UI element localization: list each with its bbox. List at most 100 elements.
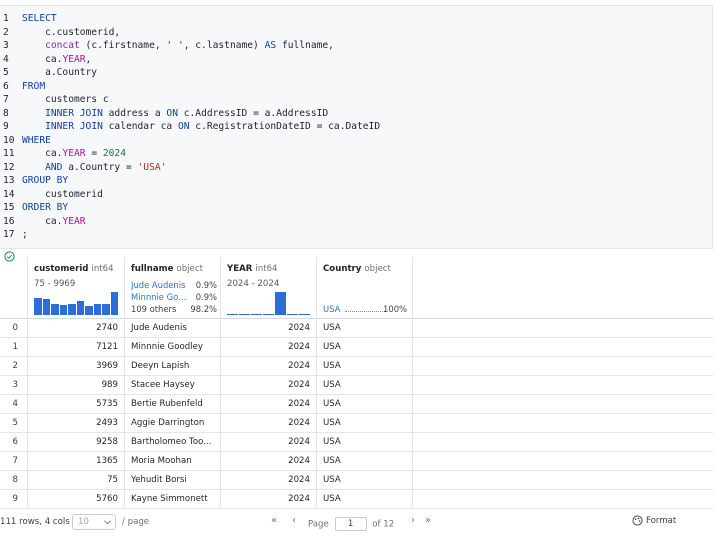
line-number: 10 <box>3 134 15 146</box>
histogram-bar <box>85 306 93 315</box>
row-index: 7 <box>0 452 28 471</box>
column-name: customerid <box>34 264 89 274</box>
cell-fullname: Deeyn Lapish <box>125 357 221 376</box>
cell-fullname: Bartholomeo Too... <box>125 433 221 452</box>
cell-year: 2024 <box>221 319 317 338</box>
sql-editor[interactable]: 1 SELECT 2 c.customerid, 3 concat (c.firstn… <box>0 5 713 249</box>
cell-fullname: Yehudit Borsi <box>125 471 221 490</box>
table-row[interactable]: 5 2493 Aggie Darrington 2024 USA <box>0 414 713 433</box>
code-token: ON <box>166 107 178 119</box>
cell-customerid: 989 <box>28 376 125 395</box>
cell-fullname: Moria Moohan <box>125 452 221 471</box>
top-value-pct: 100% <box>383 304 407 314</box>
column-title: Country object <box>323 264 391 274</box>
table-row[interactable]: 7 1365 Moria Moohan 2024 USA <box>0 452 713 471</box>
cell-fullname: Bertie Rubenfeld <box>125 395 221 414</box>
top-value: Jude Audenis <box>131 280 186 290</box>
column-type: object <box>364 264 391 274</box>
cell-fullname: Minnnie Goodley <box>125 338 221 357</box>
page-label: Page <box>308 519 329 530</box>
histogram-bar <box>51 303 59 315</box>
line-number: 1 <box>3 13 9 24</box>
row-index: 2 <box>0 357 28 376</box>
code-line: 5 a.Country <box>0 66 712 80</box>
cell-year: 2024 <box>221 357 317 376</box>
line-number: 7 <box>3 94 9 105</box>
histogram-bar <box>287 314 298 315</box>
row-index: 4 <box>0 395 28 414</box>
table-row[interactable]: 0 2740 Jude Audenis 2024 USA <box>0 319 713 338</box>
page-number-input[interactable]: 1 <box>334 517 367 531</box>
code-token: ca. <box>22 215 63 227</box>
page-size-select[interactable]: 10 <box>72 514 116 530</box>
code-token: = <box>85 148 103 159</box>
histogram-bar <box>59 305 67 315</box>
code-text: SELECT <box>22 12 57 26</box>
next-page-button[interactable]: › <box>411 515 415 526</box>
table-row[interactable]: 1 7121 Minnnie Goodley 2024 USA <box>0 338 713 357</box>
code-line: 10 WHERE <box>0 134 712 148</box>
cell-year: 2024 <box>221 376 317 395</box>
column-title: fullname object <box>131 264 203 274</box>
table-header: customerid int64 75 - 9969 fullname obje… <box>0 257 713 319</box>
last-page-button[interactable]: » <box>425 515 431 526</box>
code-line: 3 concat (c.firstname, ' ', c.lastname) … <box>0 39 712 53</box>
table-row[interactable]: 8 75 Yehudit Borsi 2024 USA <box>0 471 713 490</box>
cell-year: 2024 <box>221 338 317 357</box>
row-index: 1 <box>0 338 28 357</box>
histogram-bar <box>110 292 118 315</box>
cell-year: 2024 <box>221 471 317 490</box>
code-line: 14 customerid <box>0 188 712 202</box>
chevron-down-icon <box>104 520 111 525</box>
code-token: c.AddressID = a.AddressID <box>177 107 329 119</box>
line-number: 2 <box>3 26 9 38</box>
format-button[interactable]: Format <box>632 515 676 531</box>
top-value-row: Minnnie Goodley 0.9% <box>131 292 217 302</box>
code-line: 17; <box>0 228 712 242</box>
code-token: , <box>85 53 92 65</box>
cell-year: 2024 <box>221 395 317 414</box>
code-text: FROM <box>22 80 45 94</box>
code-text: customers c <box>22 93 109 107</box>
table-row[interactable]: 6 9258 Bartholomeo Too... 2024 USA <box>0 433 713 452</box>
rows-info: 111 rows, 4 cols <box>0 517 70 527</box>
cell-customerid: 7121 <box>28 338 125 357</box>
code-line: 1 SELECT <box>0 12 712 26</box>
table-footer: 111 rows, 4 cols 10 / page « ‹ Page 1 of… <box>0 510 716 536</box>
dotted-leader <box>345 311 385 312</box>
column-header-fullname[interactable]: fullname object Jude Audenis 0.9% Minnnie… <box>125 257 221 319</box>
code-token: AS <box>264 40 277 51</box>
cell-customerid: 9258 <box>28 433 125 452</box>
prev-page-button[interactable]: ‹ <box>292 515 296 526</box>
table-row[interactable]: 3 989 Stacee Haysey 2024 USA <box>0 376 713 395</box>
line-number: 15 <box>3 202 15 213</box>
cell-country: USA <box>317 452 413 471</box>
column-header-year[interactable]: YEAR int64 2024 - 2024 <box>221 257 317 319</box>
pager: Page 1 of 12 <box>308 517 394 531</box>
code-token: 2024 <box>102 148 126 159</box>
table-row[interactable]: 9 5760 Kayne Simmonett 2024 USA <box>0 490 713 509</box>
line-number: 17 <box>3 229 15 240</box>
top-value-row: USA 100% <box>323 304 407 314</box>
line-number: 8 <box>3 107 9 119</box>
code-token: GROUP BY <box>22 175 69 186</box>
page-size-value: 10 <box>78 517 89 527</box>
line-number: 5 <box>3 67 9 78</box>
code-text: AND a.Country = 'USA' <box>22 161 166 175</box>
table-row[interactable]: 2 3969 Deeyn Lapish 2024 USA <box>0 357 713 376</box>
histogram-bar <box>68 303 76 315</box>
code-line: 8 INNER JOIN address a ON c.AddressID = … <box>0 107 712 121</box>
code-text: c.customerid, <box>22 26 120 40</box>
cell-customerid: 2493 <box>28 414 125 433</box>
cell-customerid: 2740 <box>28 319 125 338</box>
code-token: address a <box>102 107 167 119</box>
column-name: fullname <box>131 264 174 274</box>
column-header-country[interactable]: Country object USA 100% <box>317 257 413 319</box>
code-text: WHERE <box>22 134 51 148</box>
row-index: 8 <box>0 471 28 490</box>
column-header-customerid[interactable]: customerid int64 75 - 9969 <box>28 257 125 319</box>
histogram-bar <box>263 314 274 315</box>
first-page-button[interactable]: « <box>271 515 277 526</box>
table-row[interactable]: 4 5735 Bertie Rubenfeld 2024 USA <box>0 395 713 414</box>
